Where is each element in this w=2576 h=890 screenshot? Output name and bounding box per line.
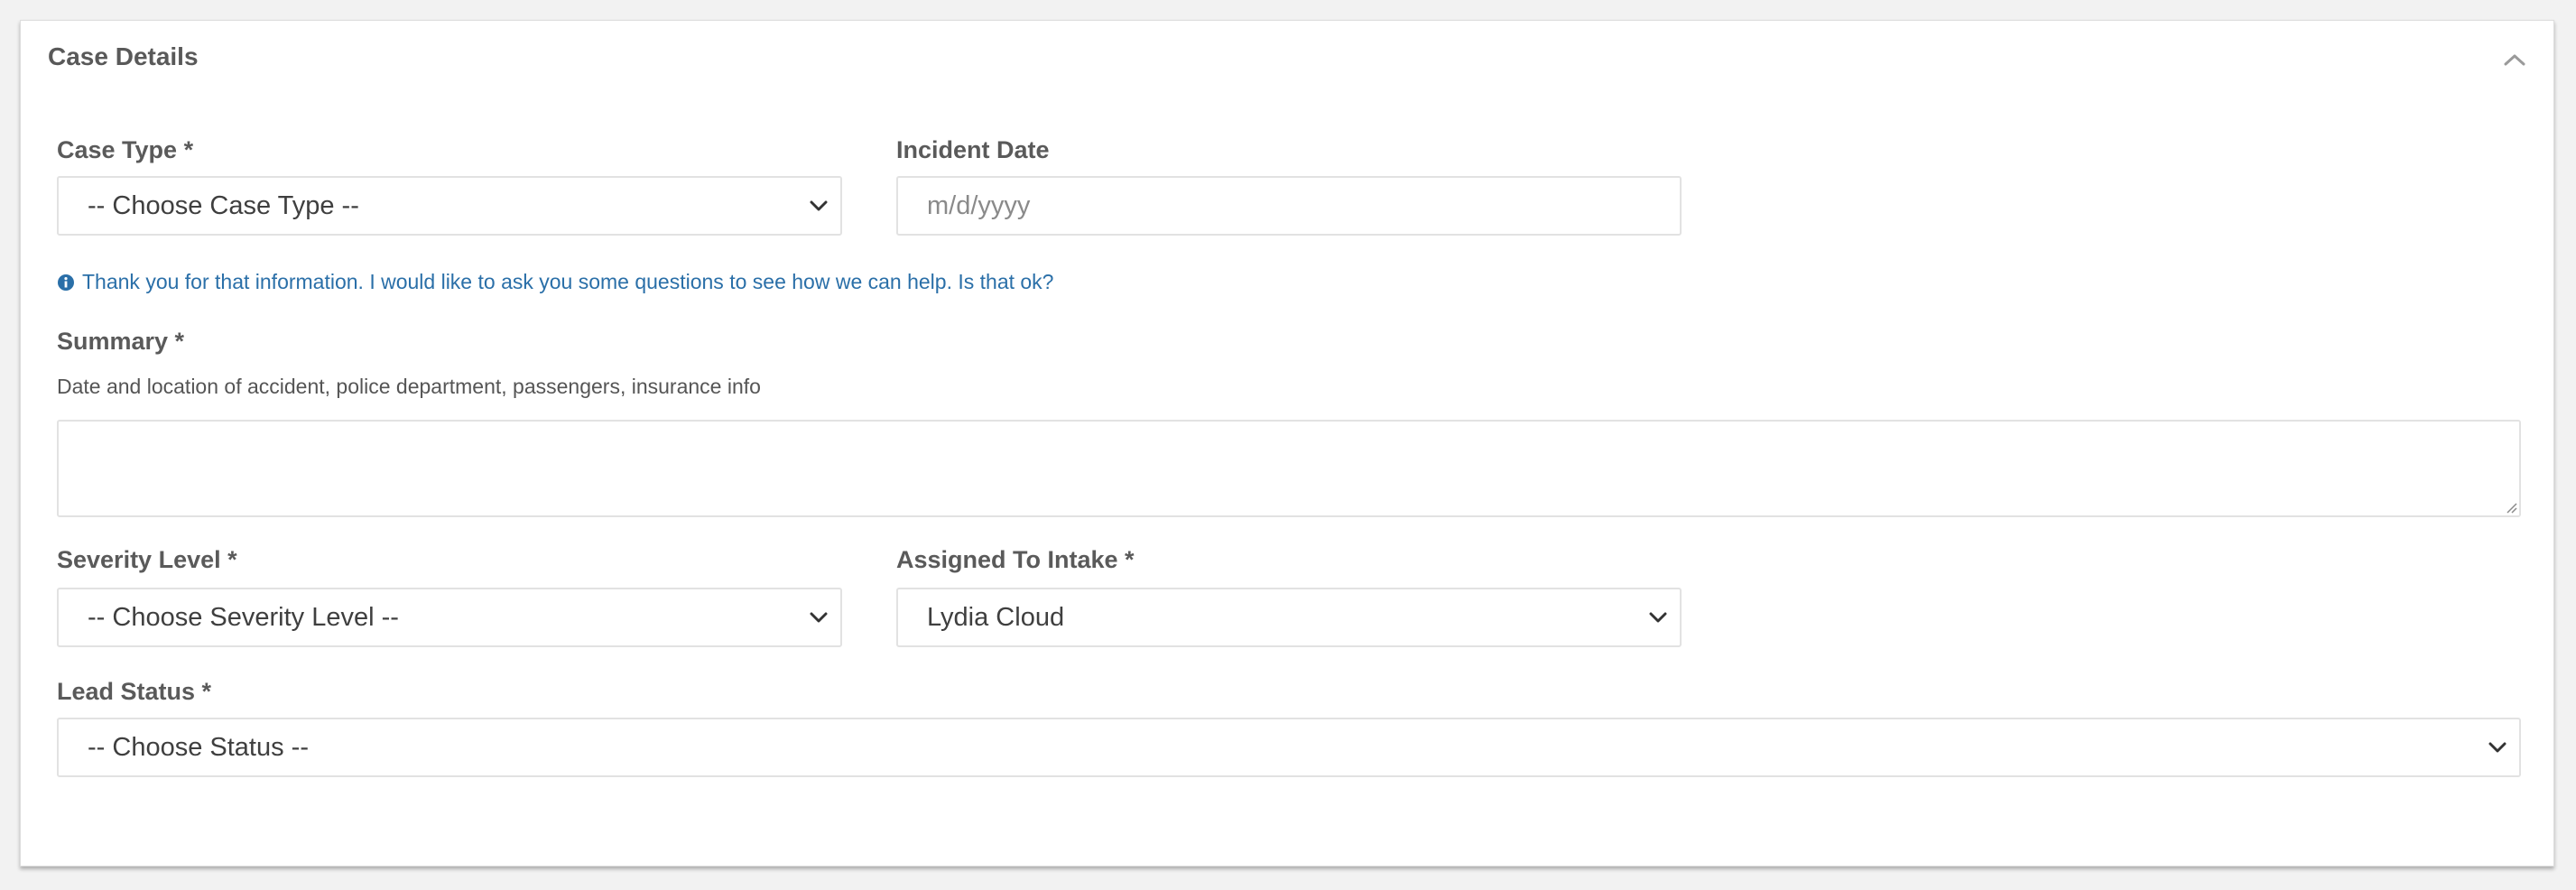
severity-level-label: Severity Level * — [57, 546, 237, 573]
summary-label: Summary * — [57, 328, 185, 355]
case-details-panel: Case Details Case Type * -- Choose Case … — [20, 20, 2554, 867]
incident-date-label: Incident Date — [896, 136, 1050, 163]
info-circle-icon — [58, 273, 74, 291]
chevron-up-icon — [2504, 54, 2525, 66]
resize-grip-icon[interactable] — [2503, 499, 2517, 514]
assigned-to-intake-selected-value: Lydia Cloud — [927, 602, 1065, 632]
incident-date-input[interactable]: m/d/yyyy — [896, 176, 1682, 236]
lead-status-label: Lead Status * — [57, 678, 212, 705]
severity-level-select[interactable]: -- Choose Severity Level -- — [57, 588, 842, 647]
panel-title: Case Details — [48, 42, 199, 70]
case-type-selected-value: -- Choose Case Type -- — [88, 190, 359, 220]
chevron-down-icon — [797, 589, 840, 645]
assigned-to-intake-select[interactable]: Lydia Cloud — [896, 588, 1682, 647]
incident-date-placeholder: m/d/yyyy — [927, 190, 1031, 220]
info-message-text: Thank you for that information. I would … — [82, 270, 1054, 293]
assigned-to-intake-label: Assigned To Intake * — [896, 546, 1135, 573]
lead-status-select[interactable]: -- Choose Status -- — [57, 718, 2521, 777]
chevron-down-icon — [797, 178, 840, 234]
summary-textarea[interactable] — [57, 420, 2521, 517]
case-type-select[interactable]: -- Choose Case Type -- — [57, 176, 842, 236]
summary-help-text: Date and location of accident, police de… — [57, 375, 761, 398]
info-message: Thank you for that information. I would … — [57, 270, 1053, 294]
collapse-button[interactable] — [2499, 44, 2530, 75]
severity-level-selected-value: -- Choose Severity Level -- — [88, 602, 399, 632]
lead-status-selected-value: -- Choose Status -- — [88, 732, 309, 762]
case-type-label: Case Type * — [57, 136, 194, 163]
chevron-down-icon — [2476, 719, 2519, 775]
chevron-down-icon — [1636, 589, 1680, 645]
